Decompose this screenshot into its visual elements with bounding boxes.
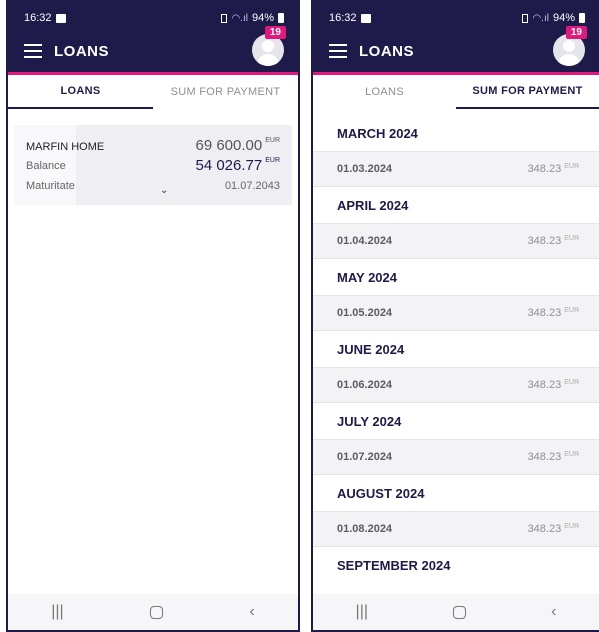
- payment-date: 01.08.2024: [337, 523, 393, 535]
- maturity-label: Maturitate: [26, 180, 75, 192]
- month-header: APRIL 2024: [313, 187, 599, 223]
- loan-amount-value: 69 600.00: [195, 137, 263, 154]
- status-bar: 16:32 ◠.ıl 94%: [8, 0, 298, 36]
- payment-row[interactable]: 01.08.2024 348.23 EUR: [313, 511, 599, 547]
- system-nav-bar: ||| ‹: [313, 594, 599, 630]
- sum-for-payment-screen: 16:32 ◠.ıl 94% LOANS 19 LOANS SUM FOR PA…: [311, 0, 599, 632]
- payment-date: 01.07.2024: [337, 451, 393, 463]
- tab-loans[interactable]: LOANS: [313, 75, 456, 109]
- tab-sum-for-payment[interactable]: SUM FOR PAYMENT: [456, 75, 599, 109]
- back-icon[interactable]: ‹: [249, 603, 254, 621]
- payment-amount: 348.23 EUR: [528, 235, 579, 247]
- page-title: LOANS: [359, 42, 414, 60]
- tab-loans[interactable]: LOANS: [8, 75, 153, 109]
- payment-amount: 348.23 EUR: [528, 451, 579, 463]
- payment-amount-value: 348.23: [527, 451, 562, 463]
- month-header: JUNE 2024: [313, 331, 599, 367]
- month-header: SEPTEMBER 2024: [313, 547, 599, 583]
- payment-currency: EUR: [564, 163, 579, 170]
- page-title: LOANS: [54, 42, 109, 60]
- payment-amount-value: 348.23: [527, 163, 562, 175]
- notification-badge[interactable]: 19: [565, 26, 587, 39]
- battery-icon: [579, 13, 585, 23]
- tab-bar: LOANS SUM FOR PAYMENT: [8, 75, 298, 109]
- sim-icon: [221, 13, 228, 23]
- payment-amount: 348.23 EUR: [528, 523, 579, 535]
- battery-level: 94%: [552, 12, 575, 24]
- balance-label: Balance: [26, 160, 66, 172]
- recents-icon[interactable]: |||: [51, 603, 63, 621]
- payment-currency: EUR: [564, 307, 579, 314]
- balance-currency: EUR: [265, 157, 280, 164]
- menu-icon[interactable]: [329, 44, 347, 58]
- menu-icon[interactable]: [24, 44, 42, 58]
- month-header: MARCH 2024: [313, 115, 599, 151]
- payment-amount-value: 348.23: [527, 235, 562, 247]
- loans-screen: 16:32 ◠.ıl 94% LOANS 19 LOANS SUM FOR PA…: [6, 0, 300, 632]
- home-icon[interactable]: [453, 605, 467, 619]
- back-icon[interactable]: ‹: [551, 603, 556, 621]
- loan-card[interactable]: MARFIN HOME 69 600.00 EUR Balance 54 026.…: [14, 125, 292, 205]
- loan-amount-currency: EUR: [265, 137, 280, 144]
- app-header: 16:32 ◠.ıl 94% LOANS 19: [313, 0, 599, 75]
- loan-amount: 69 600.00 EUR: [195, 137, 280, 154]
- notification-badge[interactable]: 19: [264, 26, 286, 39]
- app-header: 16:32 ◠.ıl 94% LOANS 19: [8, 0, 298, 75]
- month-header: MAY 2024: [313, 259, 599, 295]
- recents-icon[interactable]: |||: [356, 603, 368, 621]
- wifi-signal-icon: ◠.ıl: [532, 12, 549, 24]
- clock: 16:32: [329, 12, 357, 24]
- payment-schedule: MARCH 2024 01.03.2024 348.23 EUR APRIL 20…: [313, 109, 599, 583]
- payment-amount: 348.23 EUR: [528, 379, 579, 391]
- payment-amount-value: 348.23: [527, 379, 562, 391]
- tab-bar: LOANS SUM FOR PAYMENT: [313, 75, 599, 109]
- payment-date: 01.04.2024: [337, 235, 393, 247]
- payment-row[interactable]: 01.05.2024 348.23 EUR: [313, 295, 599, 331]
- month-header: AUGUST 2024: [313, 475, 599, 511]
- clock: 16:32: [24, 12, 52, 24]
- image-notification-icon: [55, 13, 66, 23]
- image-notification-icon: [360, 13, 371, 23]
- payment-amount-value: 348.23: [527, 307, 562, 319]
- battery-icon: [278, 13, 284, 23]
- maturity-value: 01.07.2043: [224, 180, 280, 192]
- payment-date: 01.05.2024: [337, 307, 393, 319]
- loan-name: MARFIN HOME: [26, 141, 105, 153]
- battery-level: 94%: [251, 12, 274, 24]
- system-nav-bar: ||| ‹: [8, 594, 298, 630]
- sim-icon: [522, 13, 529, 23]
- payment-currency: EUR: [564, 523, 579, 530]
- payment-row[interactable]: 01.04.2024 348.23 EUR: [313, 223, 599, 259]
- home-icon[interactable]: [150, 605, 164, 619]
- payment-row[interactable]: 01.06.2024 348.23 EUR: [313, 367, 599, 403]
- chevron-down-icon[interactable]: ⌄: [160, 185, 168, 196]
- balance: 54 026.77 EUR: [195, 157, 280, 174]
- payment-date: 01.03.2024: [337, 163, 393, 175]
- payment-row[interactable]: 01.07.2024 348.23 EUR: [313, 439, 599, 475]
- balance-value: 54 026.77: [195, 157, 263, 174]
- payment-amount: 348.23 EUR: [528, 307, 579, 319]
- month-header: JULY 2024: [313, 403, 599, 439]
- status-bar: 16:32 ◠.ıl 94%: [313, 0, 599, 36]
- payment-amount: 348.23 EUR: [528, 163, 579, 175]
- payment-currency: EUR: [564, 451, 579, 458]
- wifi-signal-icon: ◠.ıl: [231, 12, 248, 24]
- payment-date: 01.06.2024: [337, 379, 393, 391]
- payment-row[interactable]: 01.03.2024 348.23 EUR: [313, 151, 599, 187]
- payment-currency: EUR: [564, 379, 579, 386]
- tab-sum-for-payment[interactable]: SUM FOR PAYMENT: [153, 75, 298, 109]
- payment-amount-value: 348.23: [527, 523, 562, 535]
- payment-currency: EUR: [564, 235, 579, 242]
